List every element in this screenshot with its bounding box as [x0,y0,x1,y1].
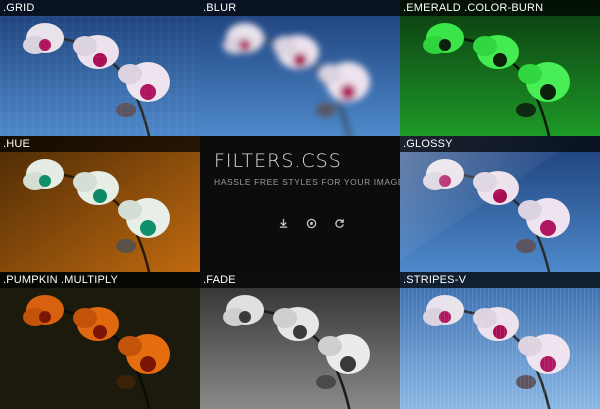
orchid-photo-grid [0,0,200,136]
refresh-icon[interactable] [333,217,345,229]
tile-label: .EMERALD .COLOR-BURN [400,0,600,16]
tile-label: .FADE [200,272,400,288]
tile-grid[interactable]: .GRID [0,0,200,136]
tile-stripes-v[interactable]: .STRIPES-V [400,272,600,409]
filter-gallery: .GRID .BLUR .EMERALD .COLOR-BURN .HUE FI… [0,0,600,409]
page-subtitle: HASSLE FREE STYLES FOR YOUR IMAGES [214,177,400,187]
orchid-photo-blur [200,0,400,136]
tile-pumpkin-multiply[interactable]: .PUMPKIN .MULTIPLY [0,272,200,409]
orchid-photo-hue [0,136,200,272]
tile-hue[interactable]: .HUE [0,136,200,272]
page-title: FILTERS.CSS [214,150,342,172]
tile-label: .STRIPES-V [400,272,600,288]
orchid-photo-fade [200,272,400,409]
download-icon[interactable] [277,217,289,229]
orchid-photo-stripes [400,272,600,409]
tile-label: .BLUR [200,0,400,16]
tile-blur[interactable]: .BLUR [200,0,400,136]
tile-fade[interactable]: .FADE [200,272,400,409]
tile-label: .HUE [0,136,200,152]
info-panel: FILTERS.CSS HASSLE FREE STYLES FOR YOUR … [200,136,400,272]
tile-emerald-color-burn[interactable]: .EMERALD .COLOR-BURN [400,0,600,136]
orchid-photo-pumpkin [0,272,200,409]
orchid-photo-emerald [400,0,600,136]
github-icon[interactable] [305,217,317,229]
tile-label: .GLOSSY [400,136,600,152]
tile-glossy[interactable]: .GLOSSY [400,136,600,272]
tile-label: .PUMPKIN .MULTIPLY [0,272,200,288]
action-icons [277,217,345,229]
orchid-photo-glossy [400,136,600,272]
tile-label: .GRID [0,0,200,16]
